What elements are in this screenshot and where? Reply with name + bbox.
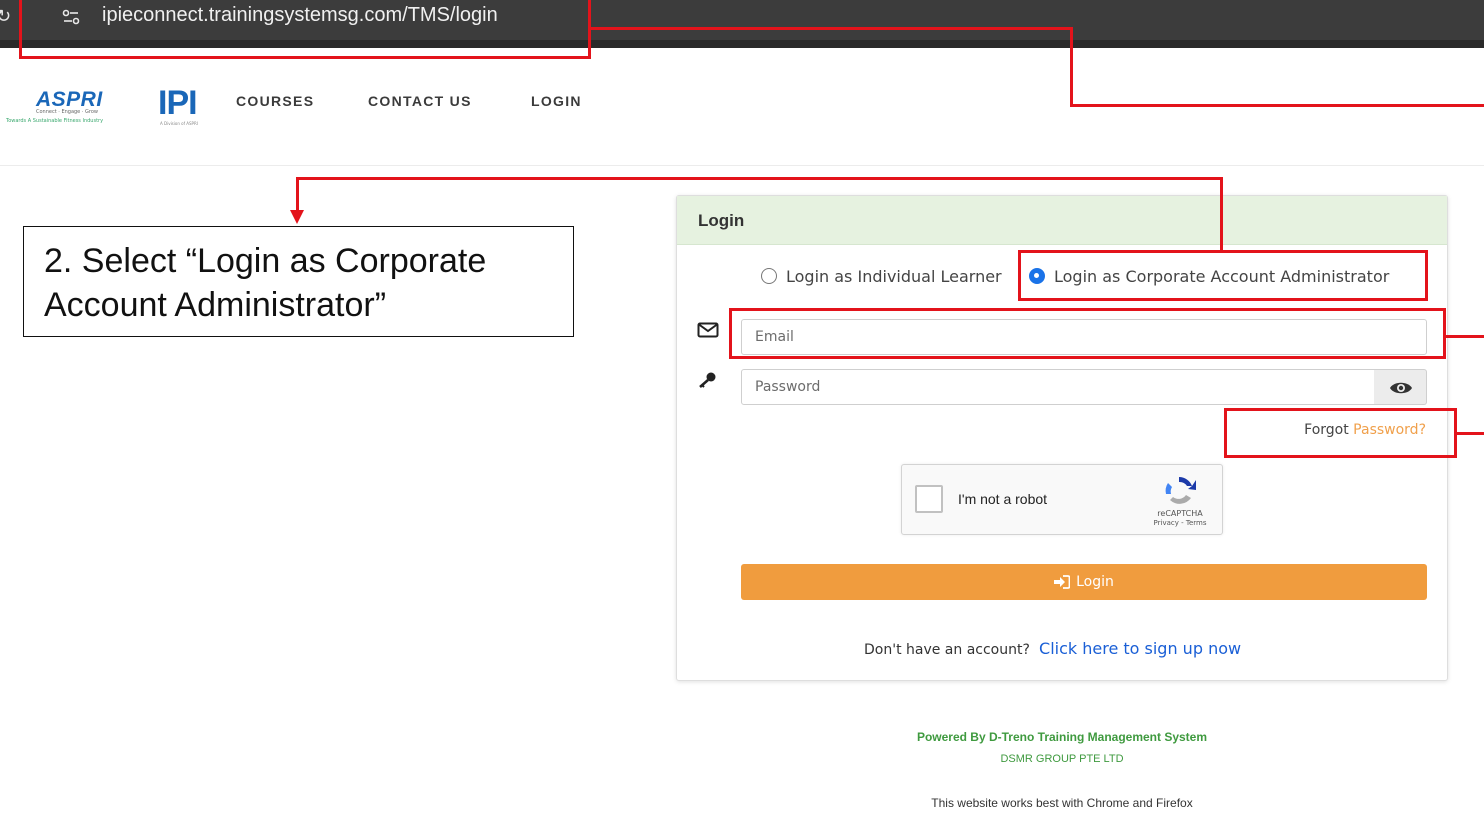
ipi-logo-subtag: A Division of ASPRI: [160, 121, 198, 126]
nav-link-contact-us[interactable]: CONTACT US: [368, 93, 472, 109]
annotation-email-highlight: [729, 308, 1446, 359]
recaptcha-brand: reCAPTCHA: [1157, 509, 1203, 518]
annotation-url-highlight: [19, 0, 591, 59]
aspri-logo-tagline: Connect · Engage · Grow: [36, 109, 98, 115]
nav-link-login[interactable]: LOGIN: [531, 93, 582, 109]
footer-company: DSMR GROUP PTE LTD: [1000, 753, 1124, 765]
site-navbar: ASPRI Connect · Engage · Grow Towards A …: [0, 48, 1484, 166]
eye-icon: [1390, 382, 1412, 394]
annotation-arrowhead: [290, 210, 304, 224]
signup-question: Don't have an account?: [864, 642, 1030, 658]
login-card-header: Login: [677, 196, 1447, 245]
annotation-connector-radio-v: [1220, 177, 1223, 252]
show-password-button[interactable]: [1374, 369, 1427, 405]
annotation-connector-url-v: [1070, 27, 1073, 107]
annotation-connector-url-h2: [1070, 104, 1484, 107]
instruction-callout-line2: Account Administrator”: [44, 286, 387, 324]
annotation-connector-url-h1: [591, 27, 1073, 30]
annotation-forgot-highlight: [1224, 408, 1457, 458]
reload-icon[interactable]: ↻: [0, 6, 11, 27]
login-card-title: Login: [698, 211, 745, 230]
annotation-connector-radio-drop: [296, 177, 299, 213]
radio-individual-learner[interactable]: [761, 268, 777, 284]
password-input[interactable]: [741, 369, 1375, 405]
footer-browser-note: This website works best with Chrome and …: [931, 796, 1193, 810]
recaptcha-checkbox[interactable]: [915, 485, 943, 513]
recaptcha-logo-icon: [1165, 477, 1196, 504]
login-button[interactable]: Login: [741, 564, 1427, 600]
signup-link[interactable]: Click here to sign up now: [1039, 639, 1241, 658]
instruction-callout: 2. Select “Login as Corporate Account Ad…: [23, 226, 574, 337]
aspri-logo-subtag: Towards A Sustainable Fitness Industry: [6, 118, 104, 124]
radio-individual-learner-label[interactable]: Login as Individual Learner: [786, 267, 1002, 286]
annotation-connector-forgot: [1457, 432, 1484, 435]
ipi-logo-text: IPI: [158, 84, 198, 122]
nav-link-courses[interactable]: COURSES: [236, 93, 314, 109]
sign-in-icon: [1054, 575, 1071, 589]
annotation-connector-radio-h: [296, 177, 1223, 180]
ipi-logo[interactable]: IPI A Division of ASPRI: [158, 86, 214, 130]
recaptcha-label: I'm not a robot: [958, 491, 1048, 507]
footer-powered-by[interactable]: Powered By D-Treno Training Management S…: [676, 730, 1448, 744]
login-button-label: Login: [1076, 574, 1114, 590]
annotation-connector-email: [1446, 335, 1484, 338]
aspri-logo[interactable]: ASPRI Connect · Engage · Grow Towards A …: [6, 88, 148, 128]
annotation-corporate-radio-highlight: [1018, 250, 1428, 301]
envelope-icon: [697, 322, 719, 338]
signup-prompt: Don't have an account? Click here to sig…: [864, 639, 1241, 658]
key-icon: [699, 372, 716, 388]
instruction-callout-line1: 2. Select “Login as Corporate: [44, 242, 487, 280]
recaptcha-widget: I'm not a robot reCAPTCHA Privacy - Term…: [901, 464, 1223, 535]
recaptcha-terms-link[interactable]: Privacy - Terms: [1150, 519, 1210, 527]
